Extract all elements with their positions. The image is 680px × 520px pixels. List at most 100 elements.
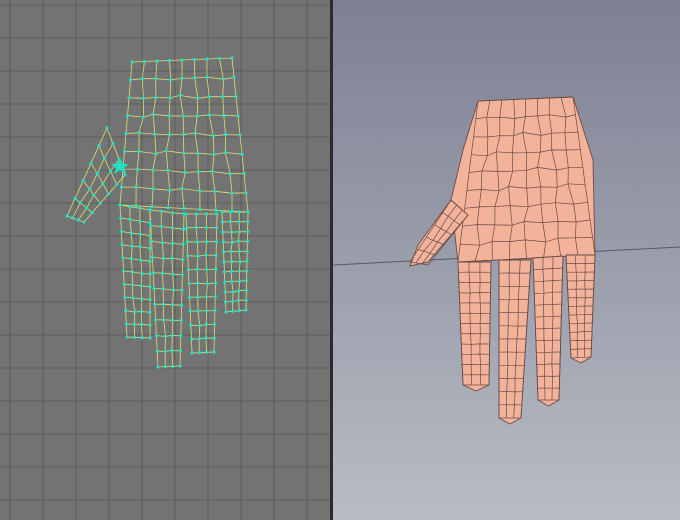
mesh-vertex[interactable] (214, 253, 218, 257)
mesh-vertex[interactable] (181, 242, 185, 246)
mesh-vertex[interactable] (65, 214, 69, 218)
mesh-vertex[interactable] (244, 298, 248, 302)
mesh-vertex[interactable] (229, 269, 234, 273)
mesh-vertex[interactable] (244, 191, 248, 195)
mesh-vertex[interactable] (119, 229, 123, 233)
mesh-vertex[interactable] (182, 206, 186, 211)
mesh-vertex[interactable] (188, 295, 192, 299)
mesh-vertex[interactable] (122, 282, 126, 286)
mesh-vertex[interactable] (127, 96, 131, 100)
mesh-vertex[interactable] (138, 232, 143, 236)
mesh-vertex[interactable] (150, 239, 154, 243)
mesh-vertex[interactable] (111, 142, 115, 146)
mesh-vertex[interactable] (142, 59, 147, 64)
mesh-vertex[interactable] (102, 156, 106, 160)
mesh-vertex[interactable] (78, 201, 82, 205)
mesh-vertex[interactable] (204, 253, 208, 257)
mesh-vertex[interactable] (196, 309, 200, 313)
mesh-vertex[interactable] (98, 201, 102, 205)
mesh-vertex[interactable] (180, 58, 184, 62)
mesh-vertex[interactable] (148, 336, 152, 340)
mesh-vertex[interactable] (240, 152, 244, 156)
mesh-vertex[interactable] (245, 259, 249, 263)
mesh-vertex[interactable] (90, 211, 94, 215)
mesh-vertex[interactable] (214, 208, 218, 212)
mesh-vertex[interactable] (161, 302, 165, 306)
mesh-vertex[interactable] (134, 204, 138, 208)
mesh-vertex[interactable] (222, 250, 226, 254)
mesh-vertex[interactable] (163, 365, 167, 369)
mesh-vertex[interactable] (205, 309, 209, 313)
mesh-vertex[interactable] (124, 309, 128, 313)
mesh-vertex[interactable] (182, 151, 186, 155)
mesh-vertex[interactable] (193, 76, 197, 80)
mesh-vertex[interactable] (242, 171, 246, 176)
mesh-vertex[interactable] (231, 309, 235, 313)
mesh-vertex[interactable] (167, 133, 172, 137)
mesh-vertex[interactable] (229, 249, 233, 253)
mesh-vertex[interactable] (197, 337, 201, 341)
mesh-vertex[interactable] (221, 240, 225, 244)
mesh-vertex[interactable] (138, 245, 142, 249)
mesh-vertex[interactable] (212, 152, 216, 157)
mesh-vertex[interactable] (151, 168, 155, 172)
mesh-vertex[interactable] (155, 59, 159, 63)
mesh-vertex[interactable] (154, 318, 158, 322)
mesh-vertex[interactable] (222, 270, 226, 274)
mesh-vertex[interactable] (195, 267, 199, 271)
mesh-vertex[interactable] (95, 172, 99, 176)
mesh-vertex[interactable] (123, 295, 127, 299)
mesh-vertex[interactable] (148, 208, 152, 212)
mesh-vertex[interactable] (71, 216, 75, 220)
mesh-vertex[interactable] (163, 349, 167, 353)
mesh-vertex[interactable] (220, 220, 224, 224)
mesh-vertex[interactable] (237, 220, 241, 224)
mesh-vertex[interactable] (148, 285, 152, 289)
mesh-vertex[interactable] (124, 322, 128, 326)
mesh-vertex[interactable] (230, 56, 234, 60)
mesh-vertex[interactable] (171, 364, 175, 368)
mesh-vertex[interactable] (189, 337, 193, 341)
mesh-vertex[interactable] (228, 172, 232, 176)
mesh-vertex[interactable] (168, 96, 172, 100)
mesh-vertex[interactable] (246, 210, 250, 214)
mesh-vertex[interactable] (180, 187, 184, 191)
mesh-vertex[interactable] (192, 57, 197, 62)
mesh-vertex[interactable] (207, 95, 211, 99)
mesh-vertex[interactable] (196, 151, 200, 155)
mesh-vertex[interactable] (152, 286, 156, 291)
mesh-vertex[interactable] (237, 210, 241, 214)
mesh-vertex[interactable] (186, 254, 190, 258)
mesh-vertex[interactable] (213, 322, 217, 326)
mesh-vertex[interactable] (159, 209, 163, 213)
mesh-vertex[interactable] (190, 351, 194, 355)
mesh-vertex[interactable] (148, 246, 152, 250)
mesh-vertex[interactable] (222, 113, 226, 118)
mesh-vertex[interactable] (128, 205, 132, 209)
mesh-vertex[interactable] (139, 284, 143, 288)
mesh-vertex[interactable] (133, 310, 137, 314)
mesh-vertex[interactable] (154, 77, 158, 81)
mesh-vertex[interactable] (107, 192, 111, 196)
mesh-vertex[interactable] (121, 256, 125, 260)
mesh-vertex[interactable] (229, 210, 233, 214)
mesh-vertex[interactable] (178, 349, 182, 353)
mesh-vertex[interactable] (223, 280, 227, 284)
mesh-vertex[interactable] (223, 290, 227, 294)
mesh-vertex[interactable] (156, 365, 160, 369)
mesh-vertex[interactable] (153, 132, 157, 136)
top-wireframe-viewport[interactable] (0, 0, 330, 520)
mesh-vertex[interactable] (159, 224, 163, 229)
mesh-vertex[interactable] (196, 170, 200, 174)
mesh-vertex[interactable] (180, 303, 184, 307)
mesh-vertex[interactable] (221, 95, 225, 99)
mesh-vertex[interactable] (139, 258, 143, 262)
mesh-vertex[interactable] (139, 309, 144, 314)
mesh-vertex[interactable] (197, 351, 201, 355)
mesh-vertex[interactable] (234, 94, 238, 99)
mesh-vertex[interactable] (210, 169, 214, 174)
mesh-vertex[interactable] (228, 220, 232, 224)
mesh-vertex[interactable] (139, 322, 143, 326)
mesh-vertex[interactable] (204, 322, 208, 326)
mesh-vertex[interactable] (81, 179, 85, 183)
